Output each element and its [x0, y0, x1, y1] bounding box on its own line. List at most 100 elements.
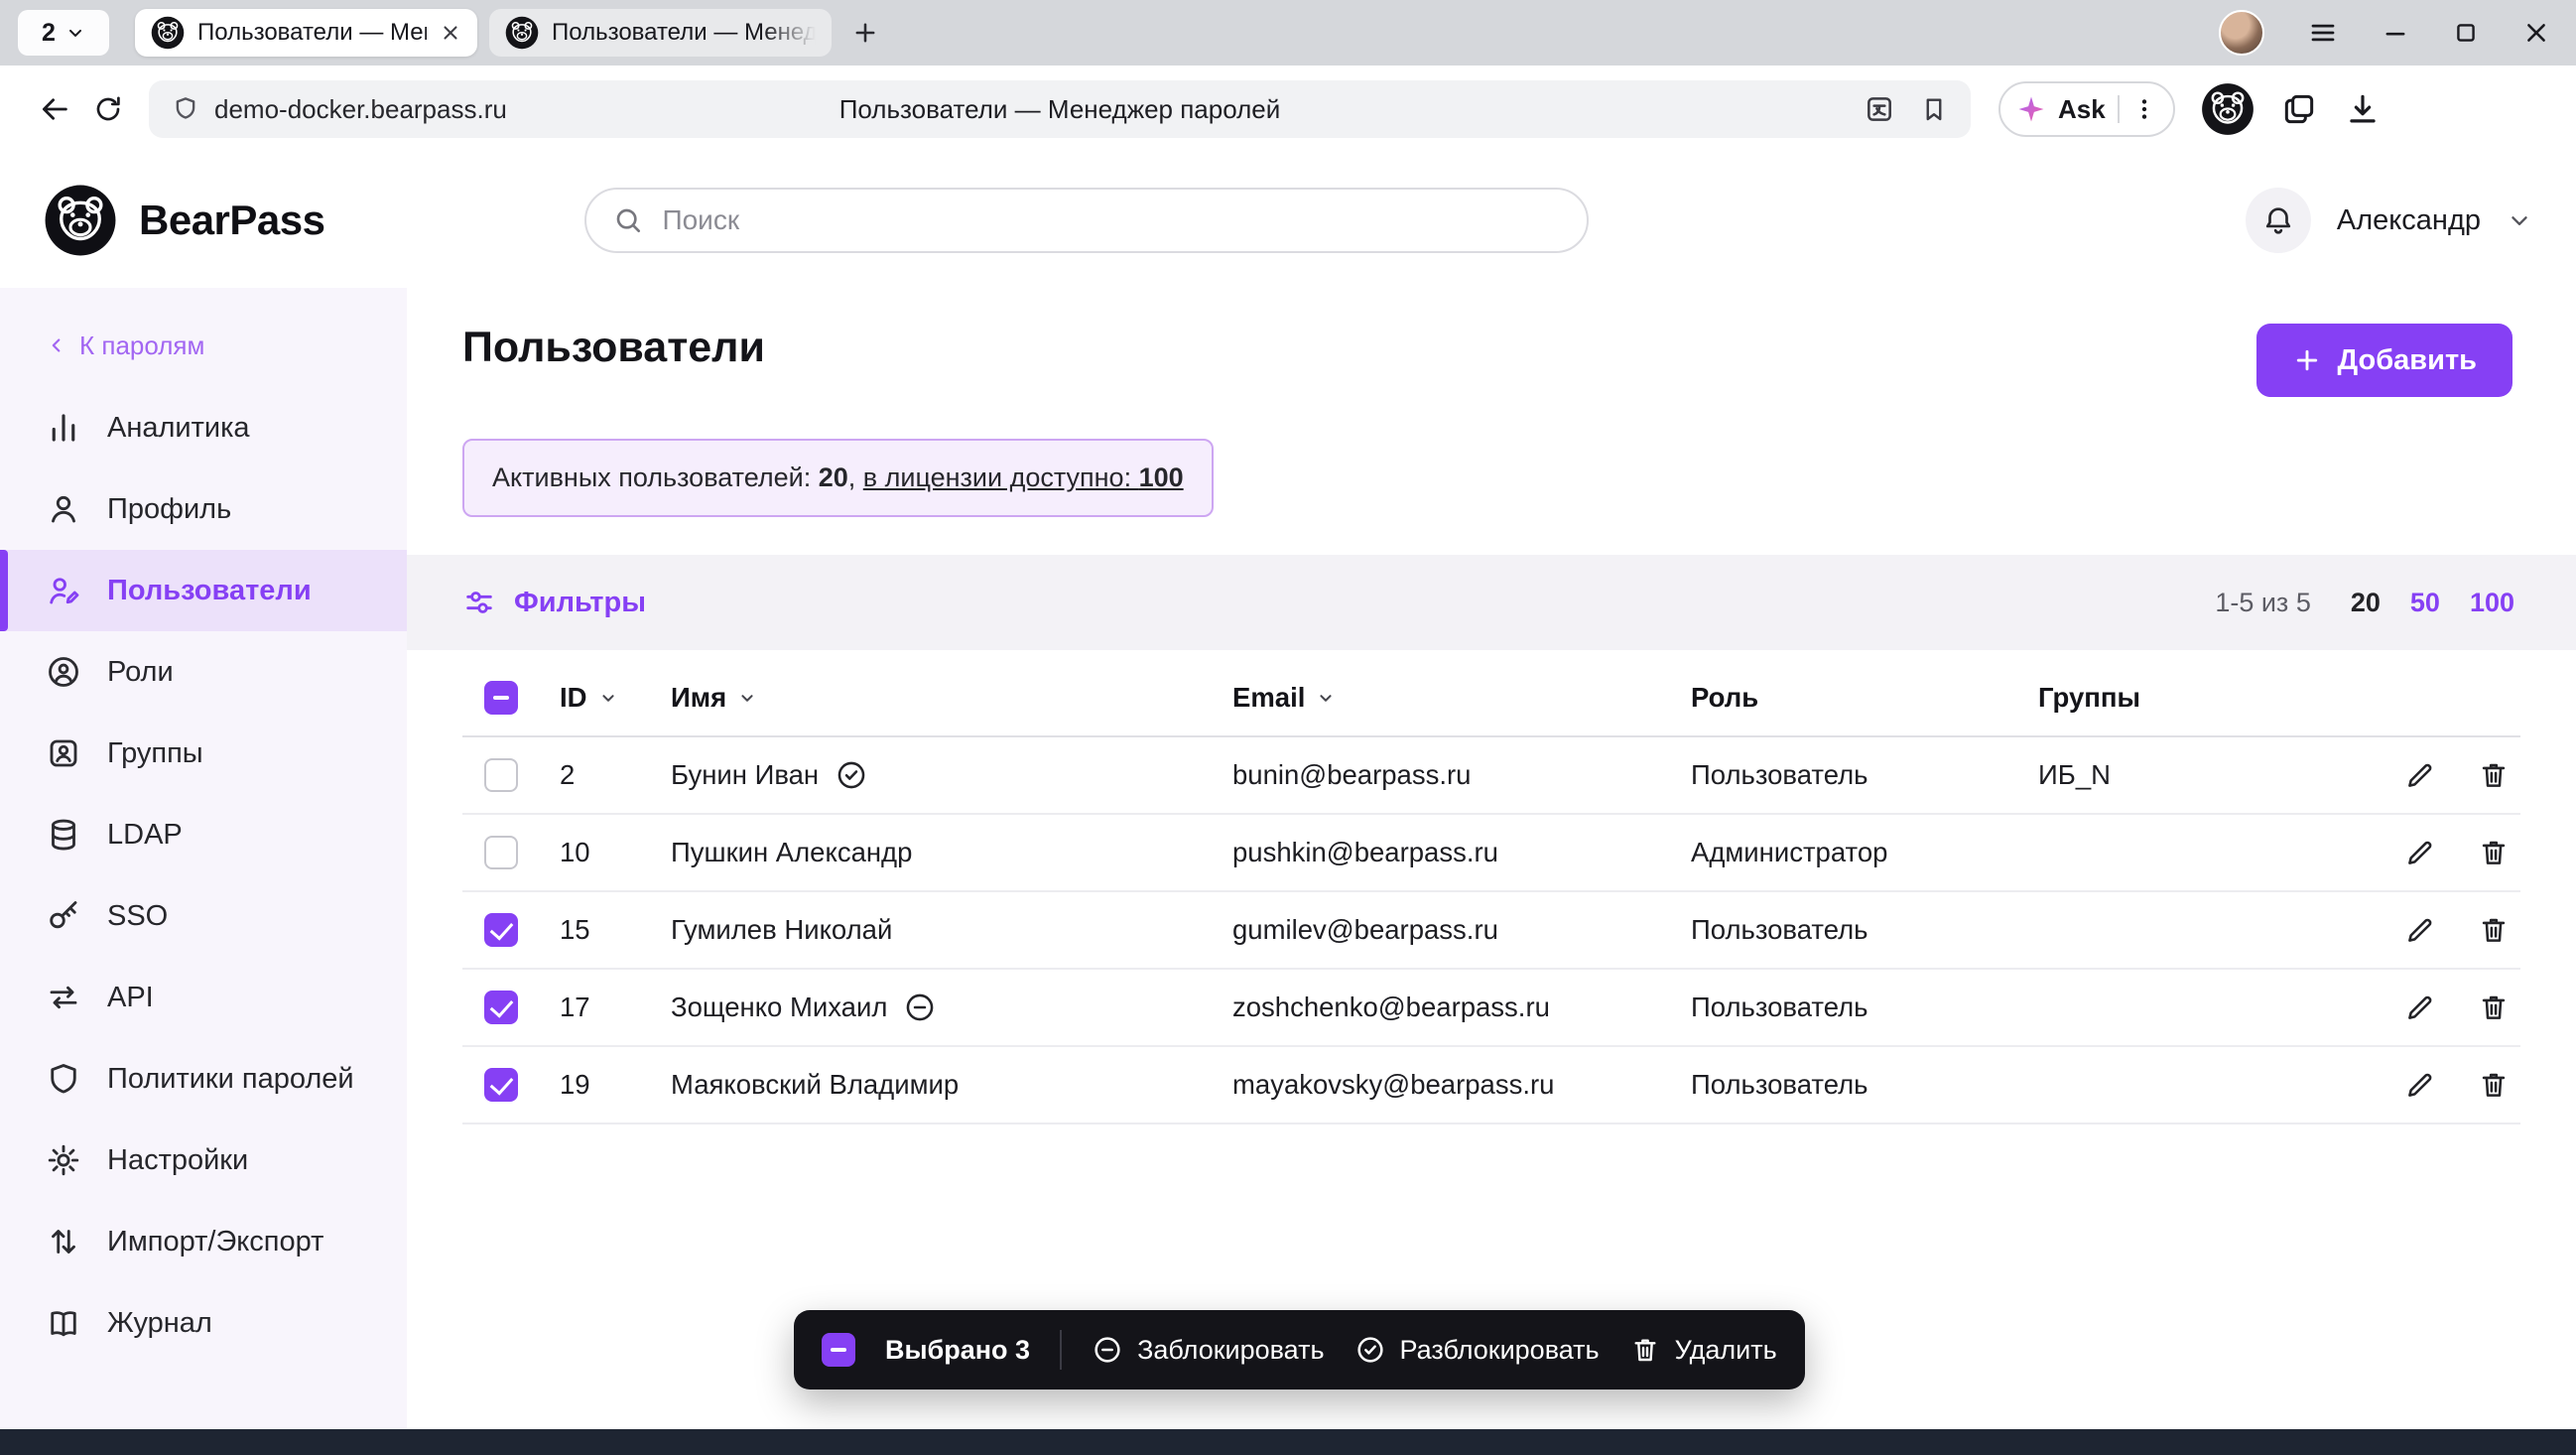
selection-checkbox[interactable]: [822, 1333, 855, 1367]
reload-icon[interactable]: [81, 82, 135, 136]
page-size-50[interactable]: 50: [2410, 588, 2440, 618]
cell-name: Зощенко Михаил: [671, 992, 887, 1023]
import-export-icon: [46, 1224, 81, 1259]
delete-row-button[interactable]: [2477, 836, 2511, 869]
tab-title: Пользователи — Менедж: [552, 19, 816, 47]
table-row[interactable]: 17 Зощенко Михаил zoshchenko@bearpass.ru…: [462, 970, 2520, 1047]
translate-icon[interactable]: [1864, 93, 1895, 125]
downloads-icon[interactable]: [2344, 90, 2382, 128]
column-header-email[interactable]: Email: [1232, 682, 1691, 714]
sidebar-item-sso[interactable]: SSO: [0, 875, 407, 957]
main-content: Пользователи Добавить Активных пользоват…: [407, 288, 2576, 1429]
edit-row-button[interactable]: [2403, 758, 2437, 792]
edit-row-button[interactable]: [2403, 913, 2437, 947]
groups-icon: [46, 735, 81, 771]
omnibox[interactable]: demo-docker.bearpass.ru Пользователи — М…: [149, 80, 1971, 138]
window-maximize-button[interactable]: [2453, 20, 2479, 46]
sidebar-item-password-policies[interactable]: Политики паролей: [0, 1038, 407, 1120]
tabs-panel-icon[interactable]: [2280, 90, 2318, 128]
trash-icon: [2477, 836, 2511, 869]
edit-row-button[interactable]: [2403, 1068, 2437, 1102]
edit-row-button[interactable]: [2403, 991, 2437, 1024]
column-header-name[interactable]: Имя: [671, 682, 1232, 714]
bookmark-icon[interactable]: [1919, 94, 1949, 124]
row-checkbox[interactable]: [484, 1068, 518, 1102]
bearpass-favicon: [151, 16, 185, 50]
delete-row-button[interactable]: [2477, 758, 2511, 792]
column-header-id[interactable]: ID: [560, 682, 671, 714]
tab-title: Пользователи — Мене: [197, 19, 427, 47]
filters-button[interactable]: Фильтры: [462, 586, 646, 619]
bearpass-extension-icon[interactable]: [2201, 82, 2254, 136]
delete-row-button[interactable]: [2477, 1068, 2511, 1102]
more-options-icon[interactable]: [2131, 96, 2157, 122]
verified-badge-icon: [835, 758, 868, 792]
search-input[interactable]: [662, 204, 1561, 236]
ask-ai-button[interactable]: Ask: [1998, 81, 2175, 137]
sidebar-item-journal[interactable]: Журнал: [0, 1282, 407, 1364]
user-edit-icon: [46, 573, 81, 608]
back-to-passwords-link[interactable]: К паролям: [0, 318, 407, 373]
delete-row-button[interactable]: [2477, 991, 2511, 1024]
bearpass-favicon: [505, 16, 539, 50]
block-icon: [1092, 1334, 1123, 1366]
sidebar: К паролям Аналитика Профиль Пользователи…: [0, 288, 407, 1429]
block-users-button[interactable]: Заблокировать: [1092, 1334, 1324, 1366]
sort-chevron-icon: [1315, 687, 1337, 709]
cell-name: Гумилев Николай: [671, 914, 892, 946]
table-row[interactable]: 19 Маяковский Владимир mayakovsky@bearpa…: [462, 1047, 2520, 1124]
row-checkbox[interactable]: [484, 991, 518, 1024]
edit-row-button[interactable]: [2403, 836, 2437, 869]
back-icon[interactable]: [28, 82, 81, 136]
cell-email: zoshchenko@bearpass.ru: [1232, 992, 1691, 1023]
site-info-shield-icon[interactable]: [171, 94, 200, 124]
window-minimize-button[interactable]: [2382, 19, 2409, 47]
license-link[interactable]: в лицензии доступно: 100: [863, 463, 1184, 493]
profile-icon: [46, 491, 81, 527]
table-row[interactable]: 2 Бунин Иван bunin@bearpass.ru Пользоват…: [462, 737, 2520, 815]
sidebar-item-profile[interactable]: Профиль: [0, 468, 407, 550]
unblock-users-button[interactable]: Разблокировать: [1354, 1334, 1600, 1366]
delete-users-button[interactable]: Удалить: [1629, 1334, 1777, 1366]
window-close-button[interactable]: [2522, 19, 2550, 47]
chevron-down-icon: [65, 23, 85, 43]
tab-group-chip[interactable]: 2: [18, 10, 109, 56]
select-all-checkbox[interactable]: [484, 681, 518, 715]
table-row[interactable]: 15 Гумилев Николай gumilev@bearpass.ru П…: [462, 892, 2520, 970]
delete-row-button[interactable]: [2477, 913, 2511, 947]
sidebar-item-import-export[interactable]: Импорт/Экспорт: [0, 1201, 407, 1282]
browser-profile-avatar[interactable]: [2219, 10, 2264, 56]
browser-tab-active[interactable]: Пользователи — Мене: [135, 9, 477, 57]
page-size-100[interactable]: 100: [2470, 588, 2514, 618]
users-table: ID Имя Email Роль Группы 2 Бунин Иван: [407, 660, 2576, 1124]
chevron-down-icon[interactable]: [2507, 207, 2532, 233]
sidebar-item-settings[interactable]: Настройки: [0, 1120, 407, 1201]
column-header-groups: Группы: [2038, 682, 2378, 714]
page-size-20[interactable]: 20: [2351, 588, 2381, 618]
browser-menu-icon[interactable]: [2308, 18, 2338, 48]
row-checkbox[interactable]: [484, 836, 518, 869]
cell-role: Пользователь: [1691, 914, 2038, 946]
add-user-button[interactable]: Добавить: [2256, 324, 2512, 397]
cell-id: 10: [560, 837, 671, 868]
new-tab-button[interactable]: [843, 11, 887, 55]
cell-id: 17: [560, 992, 671, 1023]
sidebar-item-ldap[interactable]: LDAP: [0, 794, 407, 875]
browser-tab-inactive[interactable]: Пользователи — Менедж: [489, 9, 832, 57]
tab-group-count: 2: [42, 19, 56, 48]
sort-chevron-icon: [597, 687, 619, 709]
sort-chevron-icon: [736, 687, 758, 709]
sidebar-item-api[interactable]: API: [0, 957, 407, 1038]
sidebar-item-users[interactable]: Пользователи: [0, 550, 407, 631]
trash-icon: [1629, 1334, 1661, 1366]
sidebar-item-groups[interactable]: Группы: [0, 713, 407, 794]
row-checkbox[interactable]: [484, 758, 518, 792]
sidebar-item-analytics[interactable]: Аналитика: [0, 387, 407, 468]
table-row[interactable]: 10 Пушкин Александр pushkin@bearpass.ru …: [462, 815, 2520, 892]
row-checkbox[interactable]: [484, 913, 518, 947]
notifications-button[interactable]: [2246, 188, 2311, 253]
user-menu[interactable]: Александр: [2337, 204, 2481, 237]
search-bar[interactable]: [584, 188, 1589, 253]
sidebar-item-roles[interactable]: Роли: [0, 631, 407, 713]
tab-close-icon[interactable]: [440, 22, 461, 44]
